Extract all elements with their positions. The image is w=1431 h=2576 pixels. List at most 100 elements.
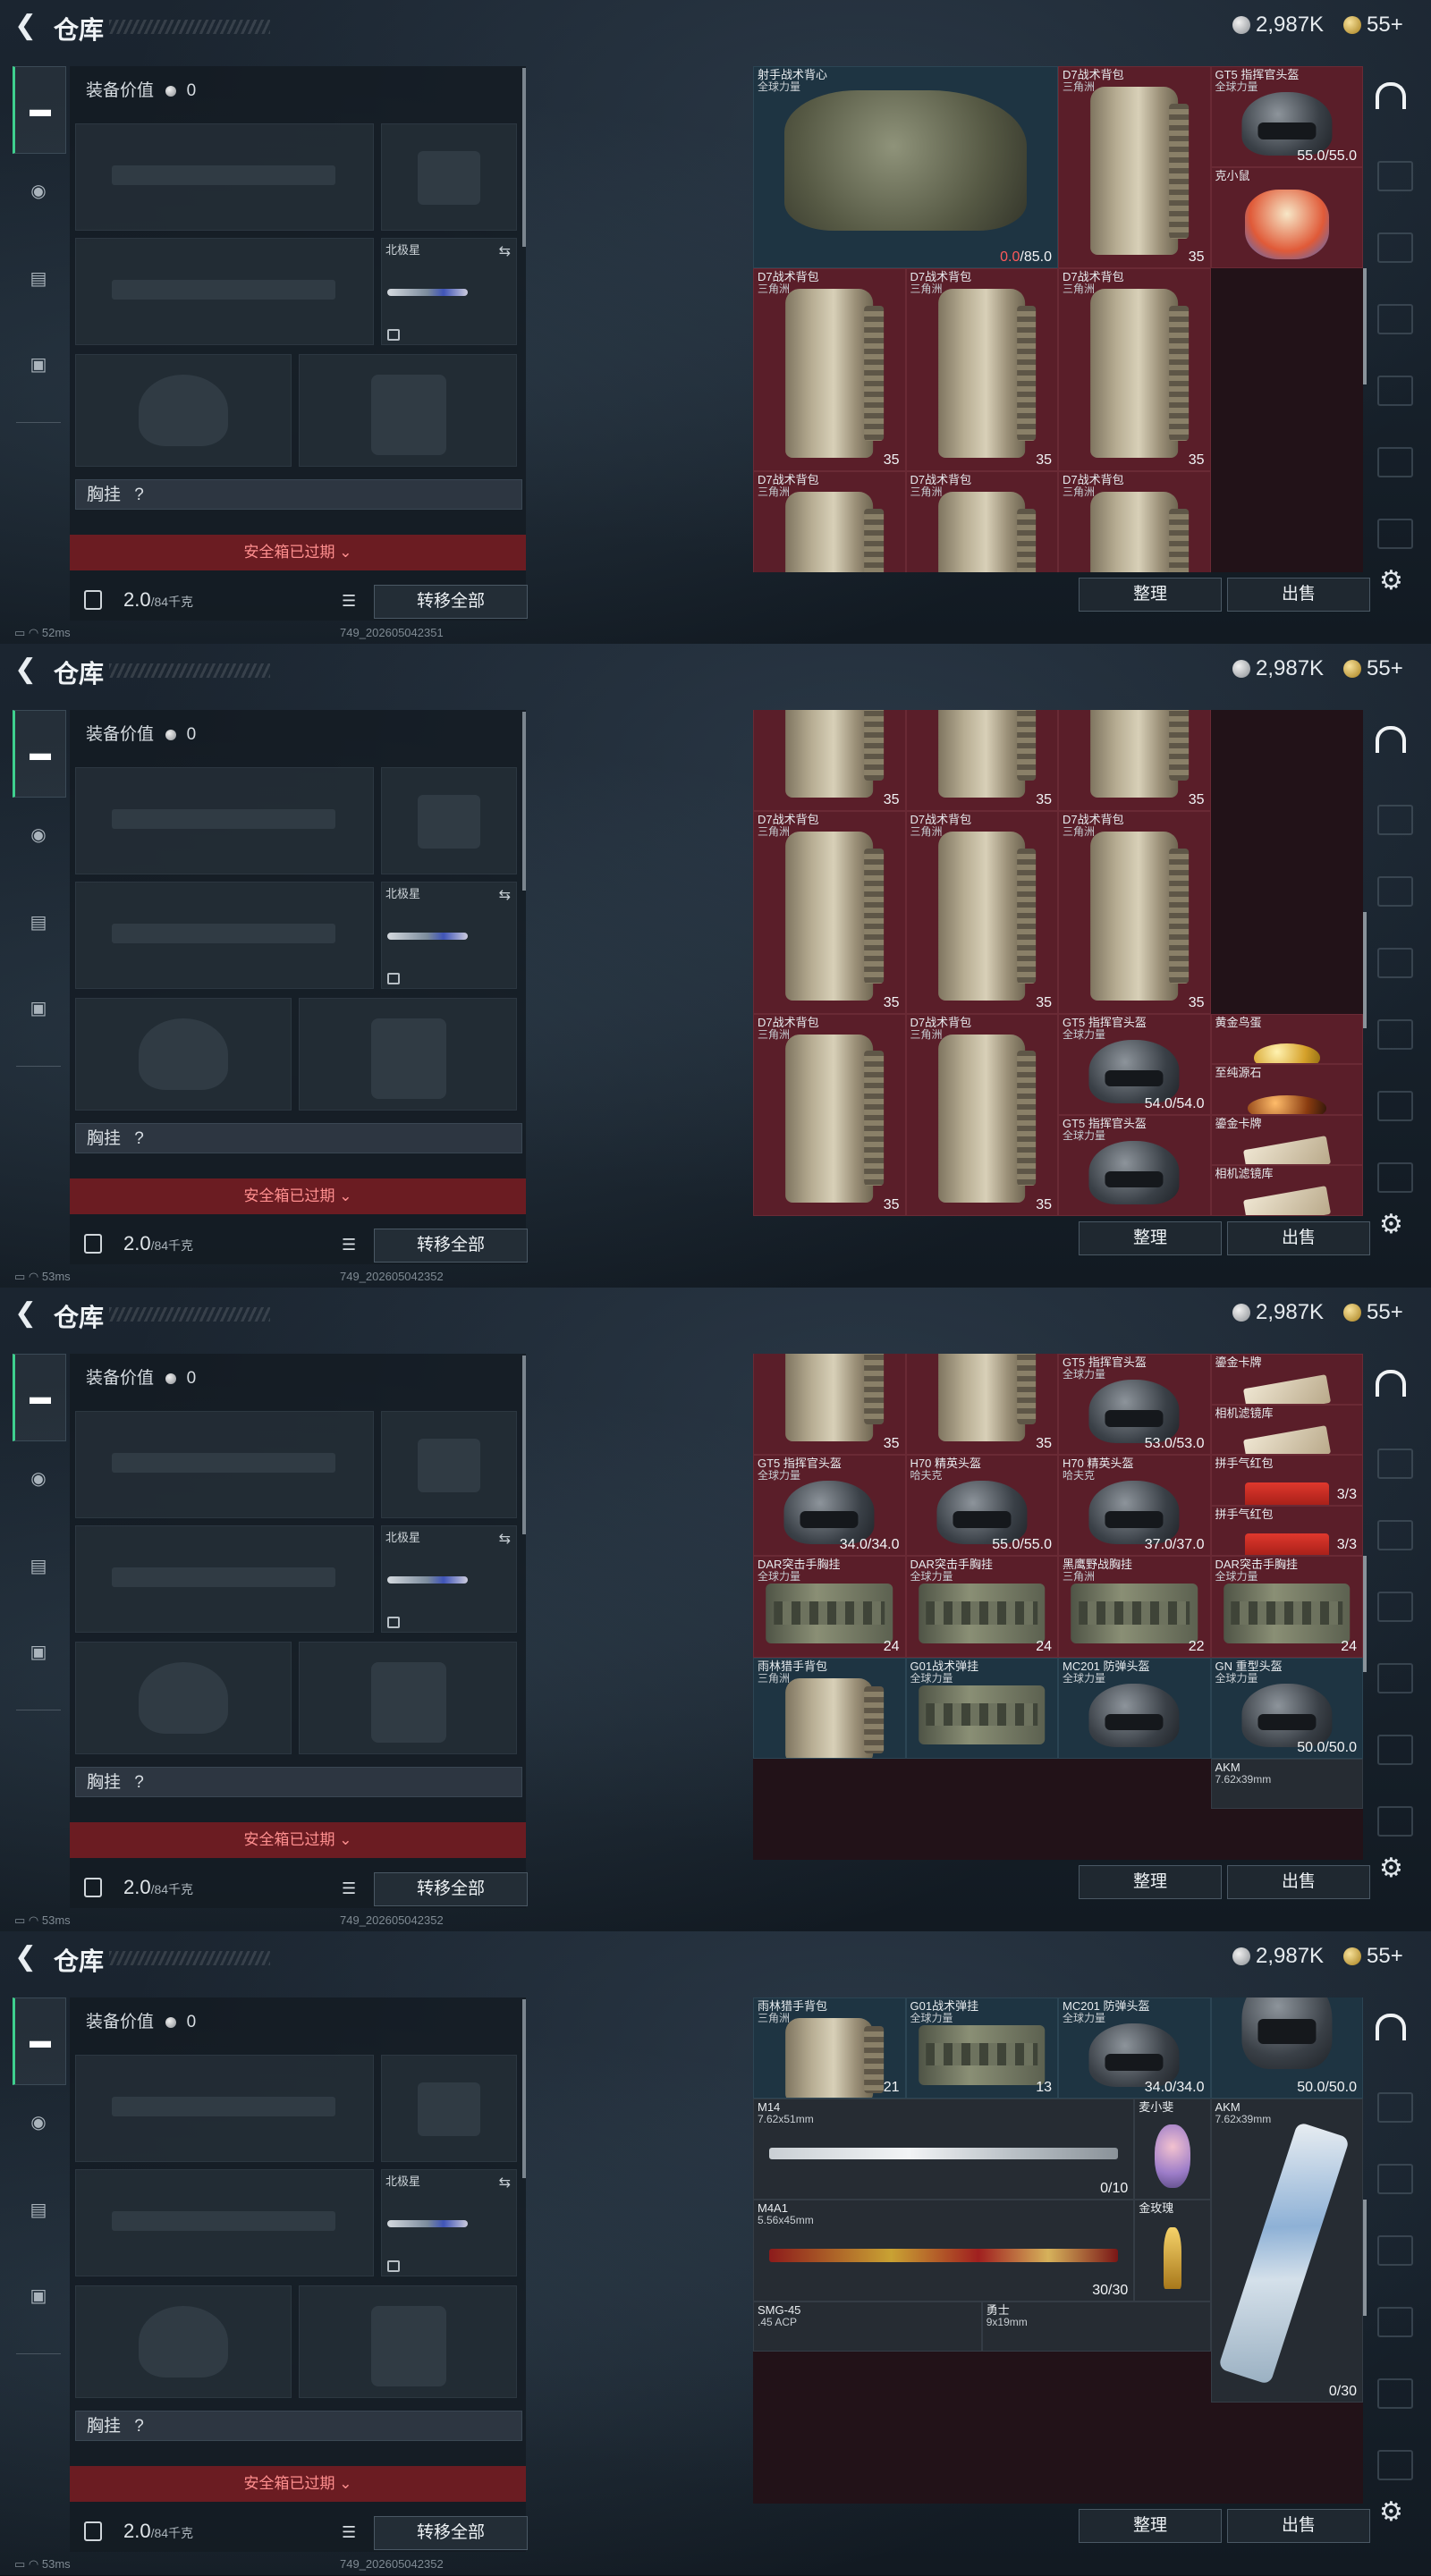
- side-tab-4[interactable]: [1377, 1019, 1413, 1050]
- stash-item[interactable]: D7战术背包 三角洲 35: [753, 811, 906, 1014]
- nav-armor-tab[interactable]: ◉: [20, 815, 57, 853]
- loadout-scrollbar[interactable]: [522, 712, 526, 891]
- stash-item[interactable]: D7战术背包 三角洲 35: [1058, 811, 1211, 1014]
- stash-scrollbar[interactable]: [1363, 2200, 1367, 2316]
- armor-slot[interactable]: [299, 1642, 517, 1754]
- stash-item[interactable]: GT5 指挥官头盔 全球力量 34.0/34.0: [753, 1455, 906, 1557]
- stash-item[interactable]: DAR突击手胸挂全球力量24: [1210, 1556, 1363, 1658]
- token-balance[interactable]: 55+: [1343, 13, 1403, 38]
- token-balance[interactable]: 55+: [1343, 1300, 1403, 1325]
- swap-icon[interactable]: ⇆: [499, 1530, 511, 1548]
- stash-item[interactable]: GT5 指挥官头盔 全球力量: [1058, 1114, 1211, 1216]
- stash-item[interactable]: 35: [905, 710, 1058, 812]
- side-tab-4[interactable]: [1377, 2307, 1413, 2337]
- safebox-expired-bar[interactable]: 安全箱已过期 ⌄: [70, 1178, 526, 1214]
- stash-item[interactable]: D7战术背包 三角洲 35: [753, 1013, 906, 1216]
- side-tab-1[interactable]: [1377, 1448, 1413, 1479]
- stash-item[interactable]: M14 7.62x51mm 0/10: [753, 2099, 1135, 2200]
- side-tab-3[interactable]: [1377, 1592, 1413, 1622]
- side-tab-4[interactable]: [1377, 376, 1413, 406]
- stash-item[interactable]: D7战术背包 三角洲: [1058, 470, 1211, 572]
- stash-item[interactable]: 拼手气红包 3/3: [1210, 1505, 1363, 1557]
- stash-item[interactable]: D7战术背包 三角洲 35: [753, 268, 906, 471]
- swap-icon[interactable]: ⇆: [499, 2174, 511, 2192]
- gear-icon[interactable]: ⚙: [1379, 1853, 1403, 1884]
- stash-item[interactable]: 35: [905, 1354, 1058, 1456]
- loadout-scrollbar[interactable]: [522, 1999, 526, 2178]
- stash-item[interactable]: GT5 指挥官头盔 全球力量 55.0/55.0: [1210, 66, 1363, 168]
- stash-item[interactable]: 金玫瑰: [1134, 2200, 1211, 2302]
- sort-button[interactable]: 整理: [1079, 578, 1222, 612]
- stash-item[interactable]: 拼手气红包 3/3: [1210, 1455, 1363, 1506]
- stash-item[interactable]: AKM 7.62x39mm: [1210, 1758, 1363, 1810]
- transfer-all-button[interactable]: 转移全部: [374, 585, 528, 619]
- loadout-scrollbar[interactable]: [522, 68, 526, 247]
- pistol-slot[interactable]: [381, 767, 517, 874]
- warehouse-logo-icon[interactable]: [1376, 1370, 1406, 1397]
- secondary-weapon-slot[interactable]: [75, 882, 374, 989]
- secondary-weapon-slot[interactable]: [75, 1525, 374, 1633]
- side-tab-2[interactable]: [1377, 232, 1413, 263]
- sell-button[interactable]: 出售: [1227, 1865, 1370, 1899]
- nav-clipboard-tab[interactable]: ▤: [20, 903, 57, 941]
- stash-item[interactable]: H70 精英头盔 哈夫克 37.0/37.0: [1058, 1455, 1211, 1557]
- stash-item[interactable]: GT5 指挥官头盔 全球力量 54.0/54.0: [1058, 1013, 1211, 1115]
- list-icon[interactable]: ☰: [342, 2523, 356, 2542]
- side-tab-6[interactable]: [1377, 1162, 1413, 1193]
- safebox-expired-bar[interactable]: 安全箱已过期 ⌄: [70, 2466, 526, 2502]
- secondary-weapon-slot[interactable]: [75, 238, 374, 345]
- back-arrow-icon[interactable]: ❮: [14, 13, 41, 39]
- side-tab-5[interactable]: [1377, 447, 1413, 477]
- gear-icon[interactable]: ⚙: [1379, 565, 1403, 596]
- loadout-scrollbar[interactable]: [522, 1356, 526, 1534]
- chest-rig-slot[interactable]: 胸挂 ?: [75, 1123, 522, 1153]
- armor-slot[interactable]: [299, 998, 517, 1111]
- stash-item[interactable]: 相机滤镜库: [1210, 1165, 1363, 1216]
- stash-item[interactable]: 雨林猎手背包 三角洲 21: [753, 1997, 906, 2099]
- stash-item[interactable]: 鎏金卡牌: [1210, 1354, 1363, 1405]
- side-tab-3[interactable]: [1377, 948, 1413, 978]
- warehouse-logo-icon[interactable]: [1376, 82, 1406, 109]
- stash-item[interactable]: AKM 7.62x39mm 0/30: [1210, 2099, 1363, 2403]
- stash-item[interactable]: 雨林猎手背包 三角洲: [753, 1657, 906, 1759]
- stash-item[interactable]: M4A1 5.56x45mm 30/30: [753, 2200, 1135, 2302]
- sort-button[interactable]: 整理: [1079, 1865, 1222, 1899]
- stash-item[interactable]: D7战术背包 三角洲: [905, 470, 1058, 572]
- nav-case-tab[interactable]: ▣: [20, 2276, 57, 2314]
- sell-button[interactable]: 出售: [1227, 578, 1370, 612]
- side-tab-2[interactable]: [1377, 876, 1413, 907]
- nav-weapons-tab[interactable]: ▬: [13, 66, 66, 154]
- nav-weapons-tab[interactable]: ▬: [13, 710, 66, 798]
- side-tab-5[interactable]: [1377, 1735, 1413, 1765]
- sort-button[interactable]: 整理: [1079, 2509, 1222, 2543]
- stash-item[interactable]: 35: [753, 710, 906, 812]
- primary-weapon-slot[interactable]: [75, 2055, 374, 2162]
- stash-item[interactable]: G01战术弹挂 全球力量: [905, 1657, 1058, 1759]
- side-tab-1[interactable]: [1377, 161, 1413, 191]
- stash-item[interactable]: MC201 防弹头盔 全球力量 34.0/34.0: [1058, 1997, 1211, 2099]
- list-icon[interactable]: ☰: [342, 1236, 356, 1254]
- helmet-slot[interactable]: [75, 2285, 292, 2398]
- stash-item[interactable]: 至纯源石: [1210, 1064, 1363, 1115]
- swap-icon[interactable]: ⇆: [499, 886, 511, 904]
- stash-item[interactable]: 相机滤镜库: [1210, 1404, 1363, 1456]
- nav-armor-tab[interactable]: ◉: [20, 172, 57, 209]
- warehouse-logo-icon[interactable]: [1376, 2014, 1406, 2040]
- stash-item[interactable]: D7战术背包 三角洲 35: [905, 1013, 1058, 1216]
- back-arrow-icon[interactable]: ❮: [14, 656, 41, 683]
- transfer-all-button[interactable]: 转移全部: [374, 2516, 528, 2550]
- stash-item[interactable]: GN 重型头盔50.0/50.0: [1210, 1997, 1363, 2099]
- safebox-expired-bar[interactable]: 安全箱已过期 ⌄: [70, 535, 526, 570]
- armor-slot[interactable]: [299, 354, 517, 467]
- stash-item[interactable]: DAR突击手胸挂全球力量24: [905, 1556, 1058, 1658]
- primary-weapon-slot[interactable]: [75, 767, 374, 874]
- swap-icon[interactable]: ⇆: [499, 242, 511, 260]
- side-tab-6[interactable]: [1377, 2450, 1413, 2480]
- chest-rig-slot[interactable]: 胸挂 ?: [75, 1767, 522, 1797]
- pistol-slot[interactable]: [381, 1411, 517, 1518]
- melee-slot[interactable]: 北极星 ⇆: [381, 2169, 517, 2276]
- side-tab-6[interactable]: [1377, 519, 1413, 549]
- melee-slot[interactable]: 北极星 ⇆: [381, 238, 517, 345]
- sell-button[interactable]: 出售: [1227, 1221, 1370, 1255]
- stash-item[interactable]: G01战术弹挂 全球力量 13: [905, 1997, 1058, 2099]
